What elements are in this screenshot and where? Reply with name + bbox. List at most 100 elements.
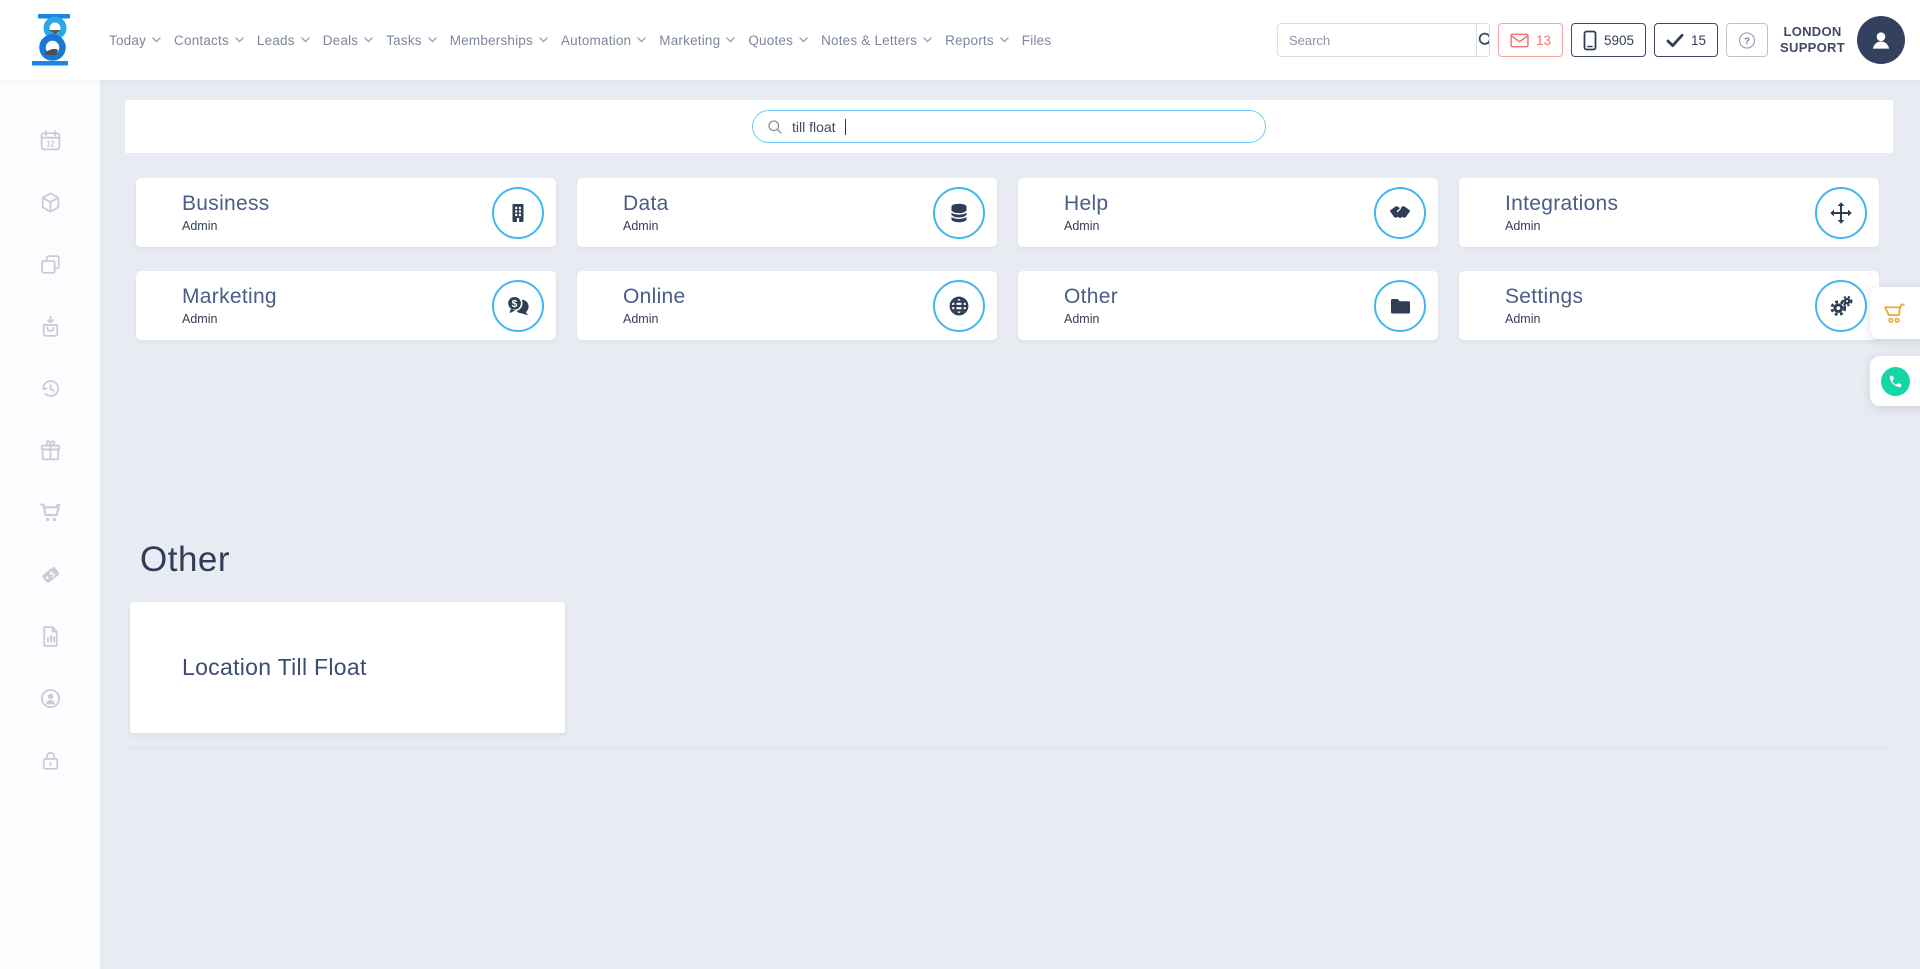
nav-item-leads[interactable]: Leads	[257, 33, 310, 48]
svg-text:12: 12	[46, 140, 55, 149]
sidebar-item-history[interactable]	[38, 376, 63, 401]
nav-label: Memberships	[449, 32, 533, 48]
phone-circle	[1881, 366, 1910, 396]
nav-label: Notes & Letters	[821, 32, 918, 48]
category-grid: Business Admin Data Admin Help Admin Int…	[136, 178, 1879, 340]
tasks-count: 15	[1691, 32, 1707, 48]
left-sidebar: 12 $	[0, 80, 100, 969]
phone-icon	[1889, 375, 1902, 387]
header-search	[1276, 23, 1490, 57]
sidebar-item-copy[interactable]	[38, 252, 63, 277]
main-content: till float Business Admin Data Admin Hel…	[100, 80, 1920, 969]
icon-ring: $	[492, 279, 544, 332]
nav-item-quotes[interactable]: Quotes	[748, 33, 808, 48]
nav-label: Quotes	[748, 32, 794, 48]
floating-phone-widget[interactable]	[1870, 356, 1920, 406]
nav-label: Reports	[945, 32, 994, 48]
icon-ring	[1815, 186, 1867, 239]
person-icon	[1872, 32, 1890, 49]
globe-icon	[949, 296, 969, 315]
nav-label: Tasks	[386, 32, 422, 48]
chevron-down-icon	[364, 37, 373, 43]
nav-item-contacts[interactable]: Contacts	[174, 33, 244, 48]
mail-count: 13	[1535, 32, 1551, 48]
icon-ring	[933, 186, 985, 239]
main-nav: Today Contacts Leads Deals Tasks Members…	[109, 33, 1051, 48]
section-divider	[128, 748, 1893, 749]
admin-search-input[interactable]: till float	[752, 110, 1266, 143]
gears-icon	[1830, 295, 1853, 316]
nav-item-memberships[interactable]: Memberships	[450, 33, 548, 48]
mail-button[interactable]: 13	[1497, 23, 1563, 57]
magnifier-icon	[1478, 32, 1489, 45]
admin-search-panel: till float	[125, 100, 1893, 153]
user-name-line2: SUPPORT	[1780, 40, 1845, 55]
nav-label: Contacts	[174, 32, 229, 48]
chevron-down-icon	[799, 37, 808, 43]
sidebar-item-calendar[interactable]: 12	[38, 128, 63, 153]
phone-extension-button[interactable]: 5905	[1570, 23, 1647, 57]
nav-item-notes-letters[interactable]: Notes & Letters	[821, 33, 932, 48]
mobile-icon	[1583, 30, 1597, 50]
handshake-icon	[1389, 205, 1411, 218]
search-icon	[768, 119, 782, 134]
sidebar-item-cart[interactable]	[38, 500, 63, 525]
sidebar-item-bag-arrow-down[interactable]	[38, 314, 63, 339]
nav-item-reports[interactable]: Reports	[945, 33, 1009, 48]
nav-label: Deals	[322, 32, 359, 48]
category-card-marketing[interactable]: Marketing Admin $	[136, 271, 556, 340]
nav-item-deals[interactable]: Deals	[323, 33, 374, 48]
category-card-integrations[interactable]: Integrations Admin	[1459, 178, 1879, 247]
arrows-move-icon	[1830, 201, 1852, 224]
avatar[interactable]	[1857, 16, 1905, 64]
chevron-down-icon	[428, 37, 437, 43]
sidebar-item-file-chart[interactable]	[38, 624, 63, 649]
tasks-button[interactable]: 15	[1654, 23, 1719, 57]
top-header: Today Contacts Leads Deals Tasks Members…	[0, 0, 1920, 80]
nav-item-tasks[interactable]: Tasks	[386, 33, 437, 48]
header-search-button[interactable]	[1475, 24, 1489, 56]
sidebar-item-gift[interactable]	[38, 438, 63, 463]
floating-cart-widget[interactable]	[1870, 287, 1920, 339]
chevron-down-icon	[1000, 37, 1009, 43]
sidebar-item-price-tag[interactable]: $	[38, 562, 63, 587]
nav-label: Marketing	[659, 32, 721, 48]
nav-item-automation[interactable]: Automation	[561, 33, 646, 48]
category-card-help[interactable]: Help Admin	[1018, 178, 1438, 247]
svg-text:$: $	[512, 298, 518, 309]
category-card-other[interactable]: Other Admin	[1018, 271, 1438, 340]
chevron-down-icon	[301, 37, 310, 43]
svg-text:?: ?	[1744, 34, 1750, 45]
nav-label: Files	[1021, 32, 1052, 48]
icon-ring	[1374, 186, 1426, 239]
sidebar-item-user-history[interactable]	[38, 686, 63, 711]
nav-item-today[interactable]: Today	[109, 33, 161, 48]
cart-icon	[1884, 303, 1905, 323]
chevron-down-icon	[726, 37, 736, 43]
comments-dollar-icon: $	[506, 294, 529, 315]
category-card-business[interactable]: Business Admin	[136, 178, 556, 247]
icon-ring	[1374, 279, 1426, 332]
result-card-location-till-float[interactable]: Location Till Float	[130, 602, 565, 733]
icon-ring	[492, 186, 544, 239]
help-button[interactable]: ?	[1726, 23, 1769, 57]
category-card-settings[interactable]: Settings Admin	[1459, 271, 1879, 340]
nav-item-marketing[interactable]: Marketing	[659, 32, 736, 48]
result-label: Location Till Float	[182, 654, 367, 680]
chevron-down-icon	[923, 37, 932, 43]
header-search-input[interactable]	[1277, 24, 1476, 56]
admin-search-value: till float	[792, 118, 836, 135]
folder-icon	[1391, 298, 1410, 313]
results-section-heading: Other	[140, 540, 231, 579]
user-name-line1: LONDON	[1783, 23, 1842, 39]
text-caret	[844, 118, 847, 135]
sidebar-item-lock[interactable]	[38, 748, 63, 773]
chevron-down-icon	[152, 37, 161, 43]
category-card-online[interactable]: Online Admin	[577, 271, 997, 340]
nav-item-files[interactable]: Files	[1022, 33, 1052, 48]
category-card-data[interactable]: Data Admin	[577, 178, 997, 247]
sidebar-item-cube[interactable]	[38, 190, 63, 215]
building-icon	[512, 203, 524, 222]
chevron-down-icon	[637, 37, 646, 43]
nav-label: Leads	[256, 32, 295, 48]
